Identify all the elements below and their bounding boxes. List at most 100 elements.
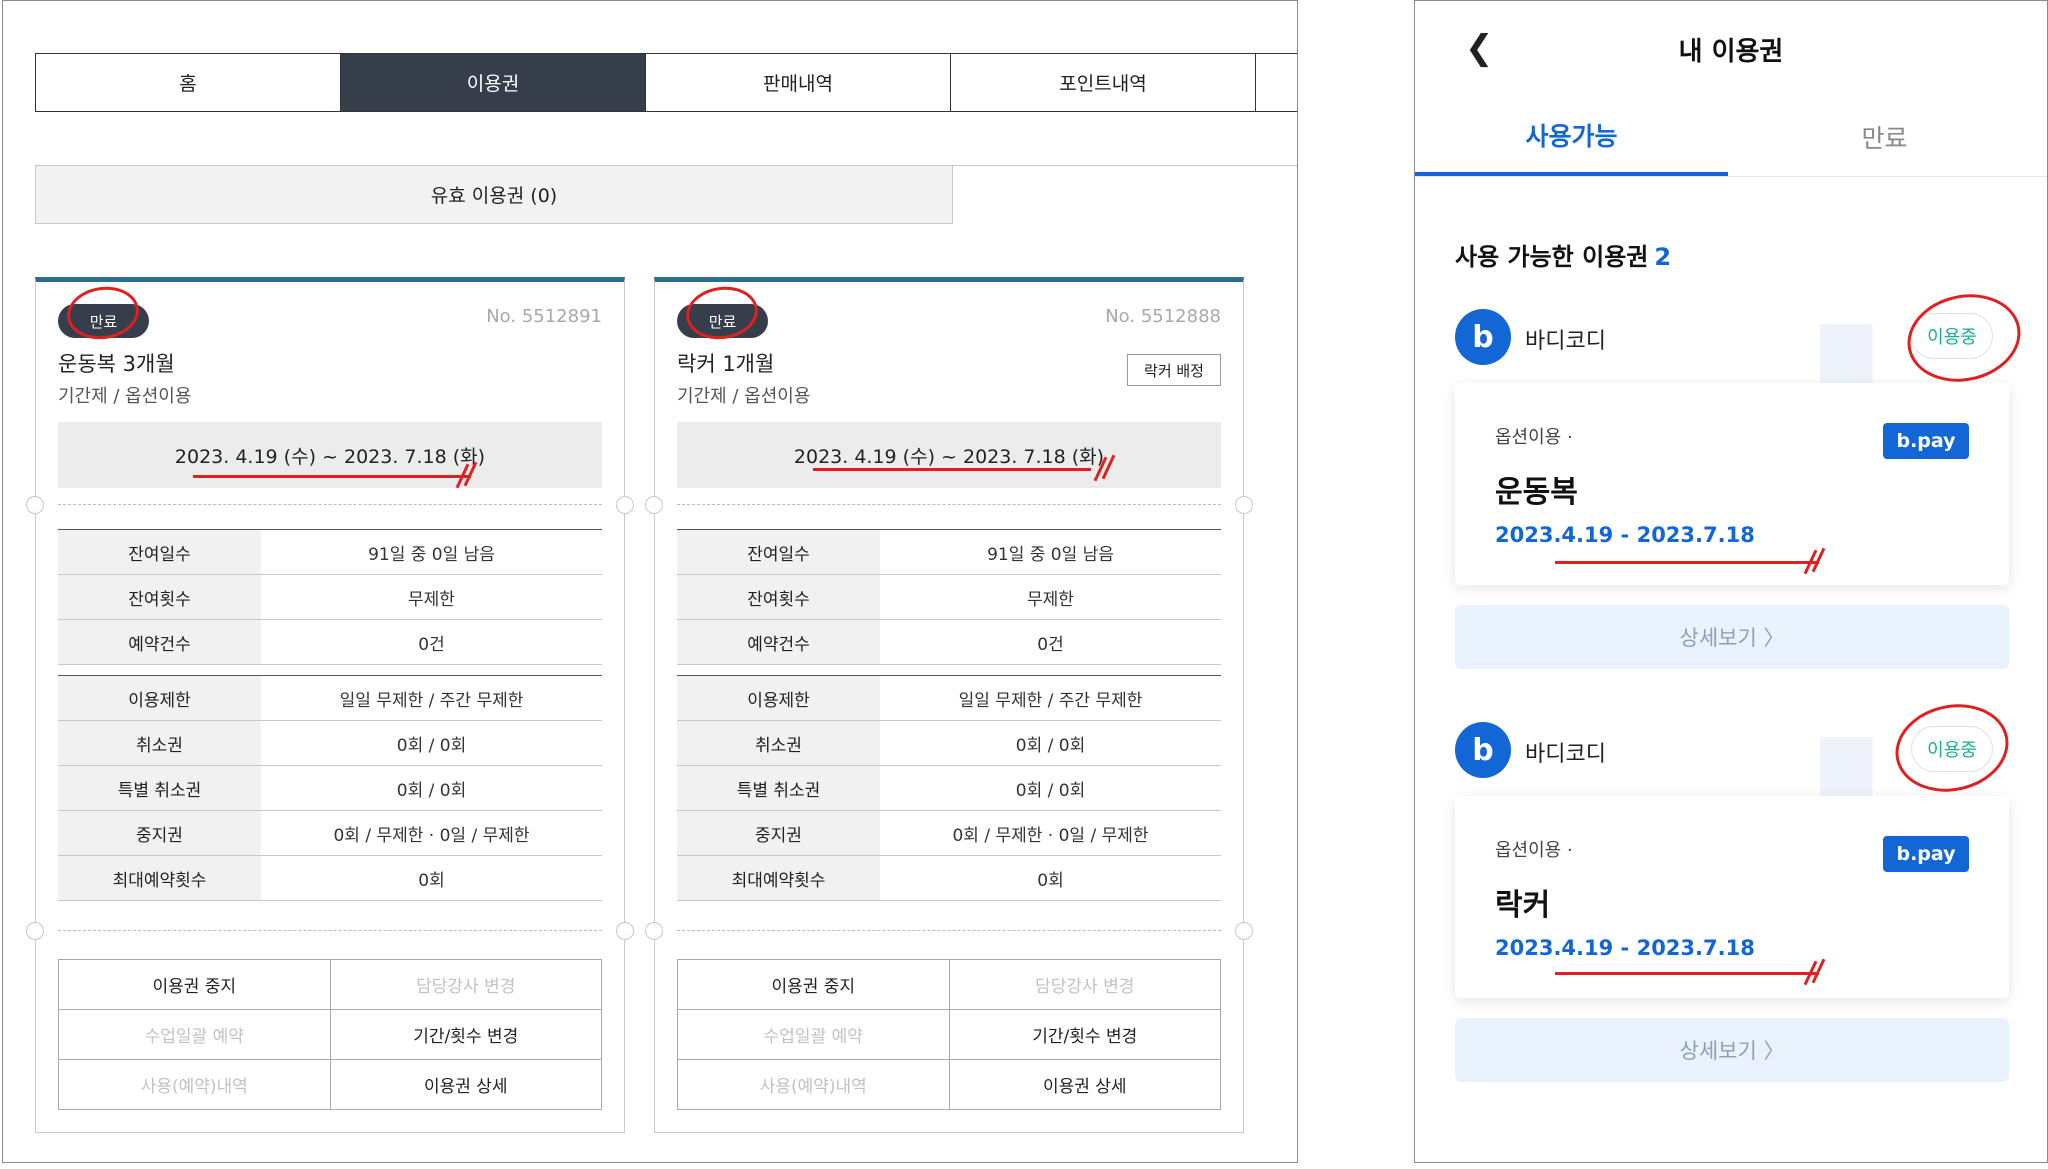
ticket-dates: 2023.4.19 - 2023.7.18	[1495, 523, 1755, 547]
ticket-actions: 이용권 중지 담당강사 변경 수업일괄 예약 기간/횟수 변경 사용(예약)내역 이용…	[677, 959, 1221, 1110]
table-row: 이용제한 일일 무제한 / 주간 무제한	[58, 675, 602, 721]
ticket-name: 운동복	[1495, 475, 1578, 510]
table-row: 취소권 0회 / 0회	[58, 720, 602, 766]
available-count: 2	[1654, 243, 1672, 271]
table-row: 특별 취소권 0회 / 0회	[677, 765, 1221, 811]
table-row: 최대예약횟수 0회	[677, 855, 1221, 901]
info-key: 중지권	[58, 810, 261, 856]
brand-name: 바디코디	[1525, 742, 1606, 767]
table-row: 중지권 0회 / 무제한 · 0일 / 무제한	[58, 810, 602, 856]
info-value: 무제한	[880, 574, 1221, 620]
brand-logo-icon: b	[1455, 722, 1511, 778]
divider	[953, 165, 1297, 166]
ticket-detail-button[interactable]: 이용권 상세	[329, 1059, 602, 1110]
admin-tab-bar: 홈 이용권 판매내역 포인트내역	[35, 53, 1297, 112]
table-row: 취소권 0회 / 0회	[677, 720, 1221, 766]
red-underline-annotation	[1555, 972, 1819, 975]
view-detail-button[interactable]: 상세보기 〉	[1455, 1018, 2009, 1082]
usage-history-button[interactable]: 사용(예약)내역	[58, 1059, 331, 1110]
mobile-tab-bar: 사용가능 만료	[1415, 97, 2047, 177]
mobile-panel: ❮ 내 이용권 사용가능 만료 사용 가능한 이용권2 b b 바디코디 이용중…	[1414, 0, 2048, 1163]
info-key: 잔여일수	[58, 529, 261, 575]
assign-locker-button[interactable]: 락커 배정	[1127, 354, 1221, 386]
tab-expired[interactable]: 만료	[1728, 97, 2041, 176]
info-key: 취소권	[58, 720, 261, 766]
bpay-badge: b.pay	[1883, 836, 1969, 872]
tab-home[interactable]: 홈	[36, 54, 341, 111]
info-key: 이용제한	[677, 675, 880, 721]
pause-ticket-button[interactable]: 이용권 중지	[677, 959, 950, 1010]
table-row: 잔여횟수 무제한	[677, 574, 1221, 620]
ticket-option: 옵션이용 ·	[1495, 427, 1573, 448]
ticket-number: No. 5512891	[486, 306, 602, 327]
info-value: 0회	[880, 855, 1221, 901]
tab-points[interactable]: 포인트내역	[951, 54, 1256, 111]
change-instructor-button[interactable]: 담당강사 변경	[329, 959, 602, 1010]
red-underline-annotation	[193, 475, 471, 478]
admin-panel: 홈 이용권 판매내역 포인트내역 유효 이용권 (0) 만료 No. 55128…	[2, 0, 1298, 1163]
dashed-divider	[58, 930, 602, 931]
ticket-notch	[26, 922, 44, 940]
ticket-detail-button[interactable]: 이용권 상세	[948, 1059, 1221, 1110]
ticket-period: 2023. 4.19 (수) ~ 2023. 7.18 (화)	[677, 422, 1221, 488]
ticket-type: 기간제 / 옵션이용	[58, 386, 192, 407]
ticket-notch	[26, 496, 44, 514]
table-row: 예약건수 0건	[677, 619, 1221, 665]
count-label-text: 사용 가능한 이용권	[1455, 243, 1649, 271]
brand-logo-icon: b	[1455, 309, 1511, 365]
ticket-notch	[1235, 496, 1253, 514]
bulk-reserve-button[interactable]: 수업일괄 예약	[677, 1009, 950, 1060]
available-count-label: 사용 가능한 이용권 2	[1455, 237, 1671, 272]
pause-ticket-button[interactable]: 이용권 중지	[58, 959, 331, 1010]
table-row: 이용제한 일일 무제한 / 주간 무제한	[677, 675, 1221, 721]
ticket-notch	[616, 496, 634, 514]
valid-tickets-tab[interactable]: 유효 이용권 (0)	[35, 165, 953, 224]
change-instructor-button[interactable]: 담당강사 변경	[948, 959, 1221, 1010]
tab-more[interactable]	[1256, 54, 1297, 111]
ticket-option: 옵션이용 ·	[1495, 840, 1573, 861]
info-key: 예약건수	[58, 619, 261, 665]
bulk-reserve-button[interactable]: 수업일괄 예약	[58, 1009, 331, 1060]
usage-history-button[interactable]: 사용(예약)내역	[677, 1059, 950, 1110]
table-row: 중지권 0회 / 무제한 · 0일 / 무제한	[677, 810, 1221, 856]
ticket-actions: 이용권 중지 담당강사 변경 수업일괄 예약 기간/횟수 변경 사용(예약)내역 이용…	[58, 959, 602, 1110]
info-value: 일일 무제한 / 주간 무제한	[880, 675, 1221, 721]
info-value: 91일 중 0일 남음	[261, 529, 602, 575]
info-key: 최대예약횟수	[58, 855, 261, 901]
ticket-notch	[616, 922, 634, 940]
ticket-summary-card[interactable]: 옵션이용 · b.pay 락커 2023.4.19 - 2023.7.18	[1455, 796, 2009, 998]
ticket-notch	[645, 496, 663, 514]
dashed-divider	[58, 504, 602, 505]
ticket-period: 2023. 4.19 (수) ~ 2023. 7.18 (화)	[58, 422, 602, 488]
dashed-divider	[677, 504, 1221, 505]
info-key: 예약건수	[677, 619, 880, 665]
info-value: 91일 중 0일 남음	[880, 529, 1221, 575]
info-value: 0건	[880, 619, 1221, 665]
ticket-limits-table: 이용제한 일일 무제한 / 주간 무제한 취소권 0회 / 0회 특별 취소권 0회 …	[58, 675, 602, 901]
app-header: ❮ 내 이용권	[1415, 1, 2047, 97]
info-key: 잔여일수	[677, 529, 880, 575]
info-value: 0회 / 무제한 · 0일 / 무제한	[880, 810, 1221, 856]
change-period-button[interactable]: 기간/횟수 변경	[948, 1009, 1221, 1060]
ticket-summary-card[interactable]: 옵션이용 · b.pay 운동복 2023.4.19 - 2023.7.18	[1455, 383, 2009, 585]
tab-sales[interactable]: 판매내역	[646, 54, 951, 111]
info-key: 중지권	[677, 810, 880, 856]
ticket-notch	[1235, 922, 1253, 940]
change-period-button[interactable]: 기간/횟수 변경	[329, 1009, 602, 1060]
ticket-name: 락커 1개월	[677, 352, 775, 376]
view-detail-button[interactable]: 상세보기 〉	[1455, 605, 2009, 669]
ticket-dates: 2023.4.19 - 2023.7.18	[1495, 936, 1755, 960]
info-value: 0건	[261, 619, 602, 665]
info-key: 최대예약횟수	[677, 855, 880, 901]
info-key: 특별 취소권	[58, 765, 261, 811]
tab-available[interactable]: 사용가능	[1415, 97, 1728, 176]
info-key: 잔여횟수	[677, 574, 880, 620]
ticket-info-table: 잔여일수 91일 중 0일 남음 잔여횟수 무제한 예약건수 0건	[58, 529, 602, 665]
bpay-badge: b.pay	[1883, 423, 1969, 459]
brand-name: 바디코디	[1525, 329, 1606, 354]
page-title: 내 이용권	[1678, 37, 1784, 67]
ticket-info-table: 잔여일수 91일 중 0일 남음 잔여횟수 무제한 예약건수 0건	[677, 529, 1221, 665]
info-value: 0회 / 0회	[261, 765, 602, 811]
table-row: 잔여일수 91일 중 0일 남음	[58, 529, 602, 575]
tab-tickets[interactable]: 이용권	[341, 54, 646, 111]
